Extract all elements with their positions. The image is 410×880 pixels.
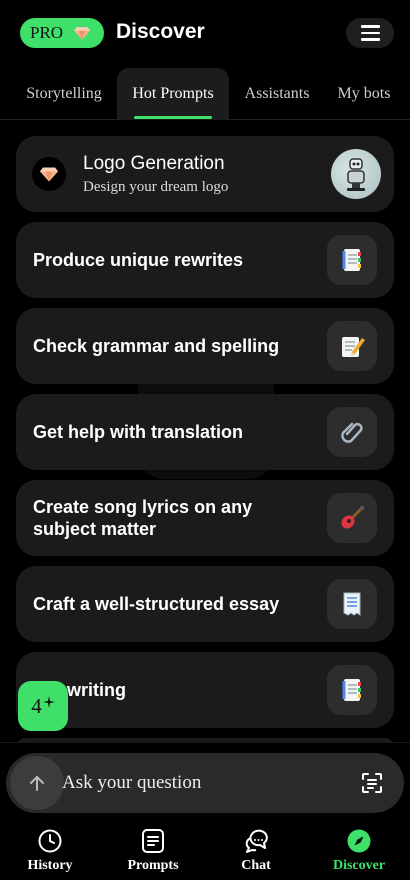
nav-discover[interactable]: Discover (314, 828, 404, 878)
guitar-icon (327, 493, 377, 543)
arrow-up-icon (30, 776, 44, 791)
gem-icon-circle (32, 157, 66, 191)
ask-bar (6, 753, 404, 813)
memo-pencil-icon (327, 321, 377, 371)
tab-my-bots[interactable]: My bots (330, 68, 398, 120)
compass-icon (347, 829, 371, 853)
document-icon (327, 665, 377, 715)
pro-badge[interactable]: PRO (20, 18, 104, 48)
menu-button[interactable] (346, 18, 394, 48)
active-tab-indicator (134, 116, 212, 119)
featured-title: Logo Generation (83, 153, 225, 174)
clock-icon (38, 829, 62, 853)
page-title: Discover (116, 20, 205, 43)
featured-subtitle: Design your dream logo (83, 179, 229, 195)
prompt-card[interactable]: lize writing (16, 652, 394, 728)
ask-input[interactable] (62, 767, 332, 799)
prompt-title: Create song lyrics on any subject matter (33, 497, 253, 539)
tab-label: Storytelling (26, 85, 102, 102)
prompt-title: Check grammar and spelling (33, 336, 280, 356)
tab-assistants[interactable]: Assistants (233, 68, 321, 120)
tab-label: Assistants (244, 85, 310, 102)
hamburger-icon (360, 25, 380, 28)
tab-bar: Storytelling Hot Prompts Assistants My b… (0, 68, 410, 120)
nav-label: History (27, 858, 73, 873)
prompt-card[interactable]: Check grammar and spelling (16, 308, 394, 384)
chat-icon (245, 829, 268, 853)
tab-storytelling[interactable]: Storytelling (14, 68, 114, 120)
nav-label: Discover (332, 858, 386, 873)
tab-label: Hot Prompts (132, 85, 214, 102)
paperclip-icon (327, 407, 377, 457)
document-icon (327, 235, 377, 285)
gem-icon (40, 167, 58, 181)
prompts-icon (142, 829, 164, 853)
ask-area (0, 742, 410, 820)
prompt-title: Craft a well-structured essay (33, 594, 280, 614)
sparkle-icon (42, 696, 55, 708)
credits-fab[interactable]: 4 (18, 681, 68, 731)
prompt-title: Produce unique rewrites (33, 250, 244, 270)
pro-label: PRO (30, 23, 64, 42)
scan-text-icon[interactable] (360, 771, 384, 795)
prompt-card[interactable]: Craft a well-structured essay (16, 566, 394, 642)
credits-count: 4 (31, 693, 42, 718)
nav-label: Prompts (127, 858, 179, 873)
bottom-nav: History Prompts Chat Discover (0, 820, 410, 880)
robot-thumbnail-icon (331, 149, 381, 199)
send-button[interactable] (10, 756, 64, 810)
receipt-icon (327, 579, 377, 629)
prompt-card[interactable]: Get help with translation (16, 394, 394, 470)
prompt-title: Get help with translation (33, 422, 244, 442)
prompt-card[interactable]: Produce unique rewrites (16, 222, 394, 298)
tab-hot-prompts[interactable]: Hot Prompts (117, 68, 229, 120)
nav-label: Chat (241, 858, 271, 873)
app-header: PRO Discover (0, 0, 410, 66)
prompt-card[interactable]: Create song lyrics on any subject matter (16, 480, 394, 556)
nav-chat[interactable]: Chat (211, 828, 301, 878)
gem-icon (73, 26, 91, 40)
nav-prompts[interactable]: Prompts (108, 828, 198, 878)
tab-label: My bots (337, 85, 391, 102)
featured-card[interactable]: Logo Generation Design your dream logo (16, 136, 394, 212)
nav-history[interactable]: History (5, 828, 95, 878)
